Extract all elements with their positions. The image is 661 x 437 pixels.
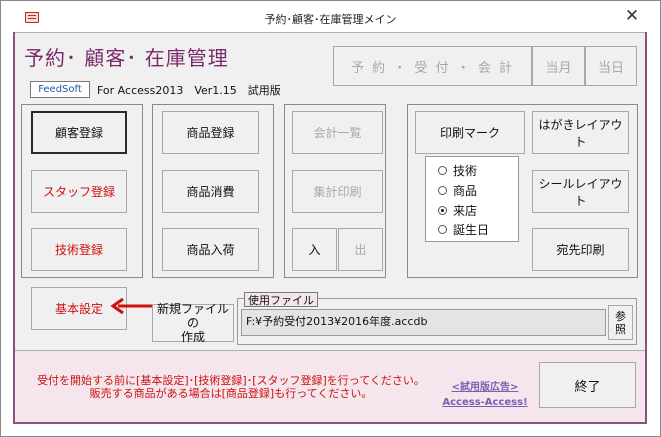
feedsoft-button[interactable]: FeedSoft: [30, 81, 90, 98]
print-type-option-group: 技術 商品 来店 誕生日: [425, 156, 519, 242]
customer-register-button[interactable]: 顧客登録: [31, 111, 127, 154]
reserve-accounting-button[interactable]: 予 約 ・ 受 付 ・ 会 計: [333, 46, 532, 86]
browse-label-line2: 照: [615, 322, 626, 336]
product-consume-button[interactable]: 商品消費: [162, 170, 259, 213]
window-title: 予約･顧客･在庫管理メイン: [264, 13, 397, 26]
title-bar: 予約･顧客･在庫管理メイン ✕: [1, 1, 660, 32]
frame-right: [645, 32, 647, 424]
option-birthday[interactable]: 誕生日: [438, 221, 489, 237]
option-product[interactable]: 商品: [438, 182, 477, 198]
new-file-label-line1: 新規ファイルの: [156, 302, 229, 330]
radio-button[interactable]: [438, 185, 447, 195]
accounting-list-button[interactable]: 会計一覧: [292, 111, 383, 154]
seal-layout-button[interactable]: シールレイアウト: [532, 170, 629, 213]
option-visit[interactable]: 来店: [438, 202, 477, 218]
address-print-button[interactable]: 宛先印刷: [532, 228, 629, 271]
staff-register-button[interactable]: スタッフ登録: [31, 170, 127, 213]
in-button[interactable]: 入: [292, 228, 337, 271]
product-register-button[interactable]: 商品登録: [162, 111, 259, 154]
close-icon[interactable]: ✕: [622, 6, 642, 26]
browse-button[interactable]: 参 照: [608, 305, 633, 340]
new-file-button[interactable]: 新規ファイルの 作成: [152, 302, 234, 344]
option-label: 来店: [453, 203, 478, 218]
notice-line-2: 販売する商品がある場合は[商品登録]も行ってください。: [89, 387, 373, 400]
radio-button[interactable]: [438, 165, 447, 175]
setup-notice: 受付を開始する前に[基本設定]･[技術登録]･[スタッフ登録]を行ってください。…: [30, 374, 432, 400]
this-month-button[interactable]: 当月: [532, 46, 585, 86]
frame-left: [13, 32, 15, 424]
browse-label-line1: 参: [615, 309, 626, 323]
product-arrival-button[interactable]: 商品入荷: [162, 228, 259, 271]
skill-register-button[interactable]: 技術登録: [31, 228, 127, 271]
new-file-label-line2: 作成: [180, 330, 205, 344]
file-label: 使用ファイル: [244, 292, 318, 307]
today-button[interactable]: 当日: [585, 46, 637, 86]
out-button[interactable]: 出: [338, 228, 383, 271]
app-title: 予約･ 顧客･ 在庫管理: [24, 46, 229, 70]
radio-button-selected[interactable]: [438, 205, 447, 215]
radio-button[interactable]: [438, 224, 447, 234]
print-mark-button[interactable]: 印刷マーク: [415, 111, 525, 154]
trial-ad-link[interactable]: <試用版広告> Access-Access!: [432, 380, 538, 410]
frame-bottom: [13, 422, 647, 424]
version-label: For Access2013 Ver1.15 試用版: [97, 84, 281, 97]
option-label: 商品: [453, 183, 478, 198]
notice-line-1: 受付を開始する前に[基本設定]･[技術登録]･[スタッフ登録]を行ってください。: [37, 374, 425, 387]
arrow-left-icon: [110, 297, 152, 315]
option-label: 誕生日: [453, 222, 490, 237]
exit-button[interactable]: 終了: [539, 362, 636, 408]
file-path-field[interactable]: F:¥予約受付2013¥2016年度.accdb: [241, 309, 606, 336]
summary-print-button[interactable]: 集計印刷: [292, 170, 383, 213]
ad-line-2[interactable]: Access-Access!: [432, 395, 538, 410]
option-label: 技術: [453, 163, 478, 178]
ad-line-1[interactable]: <試用版広告>: [432, 380, 538, 395]
option-skill[interactable]: 技術: [438, 162, 477, 178]
postcard-layout-button[interactable]: はがきレイアウト: [532, 111, 629, 154]
